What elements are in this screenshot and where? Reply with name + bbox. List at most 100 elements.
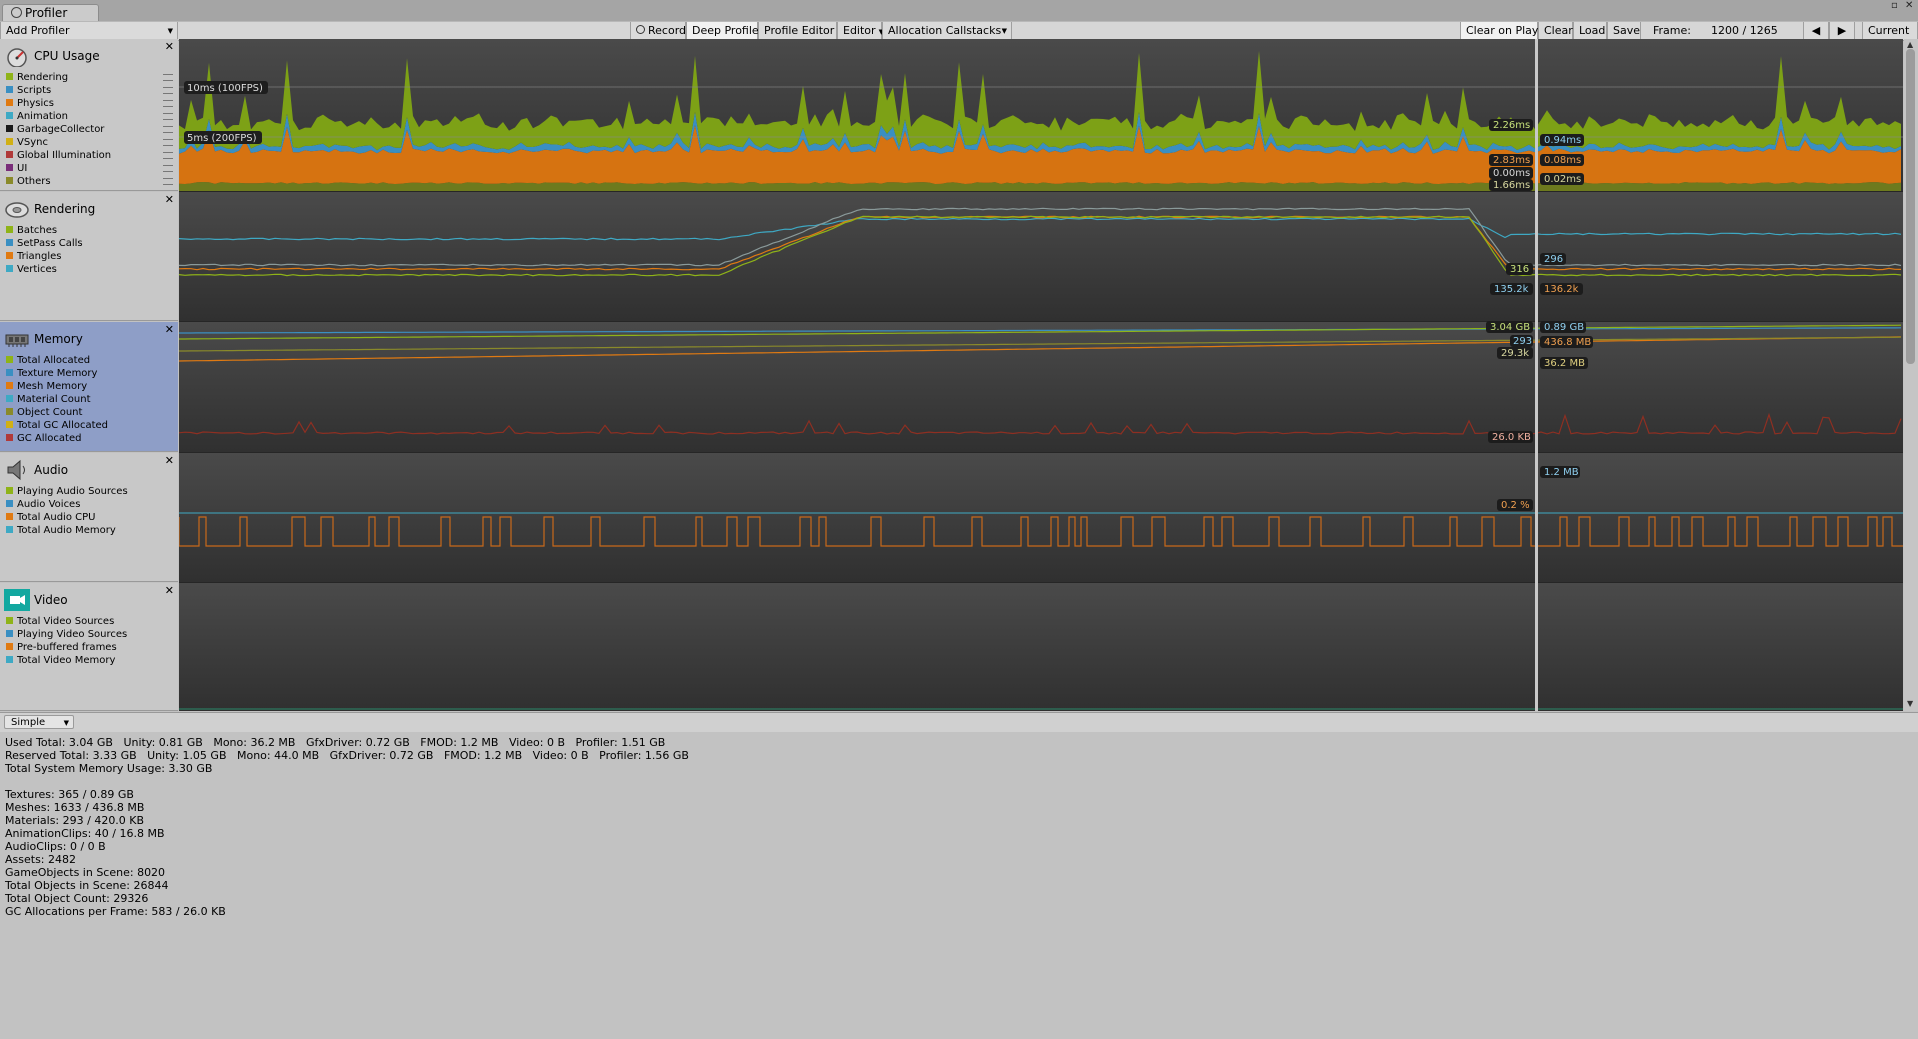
editor-dropdown[interactable]: Editor▼ <box>837 22 884 40</box>
legend-swatch <box>6 86 13 93</box>
memory-lane[interactable] <box>179 322 1903 452</box>
audio-lane[interactable] <box>179 453 1903 582</box>
legend-item[interactable]: Batches <box>6 224 83 237</box>
close-module-icon[interactable]: ✕ <box>165 584 174 597</box>
legend-item[interactable]: Mesh Memory <box>6 380 108 393</box>
profiler-graph-area[interactable]: 10ms (100FPS) 5ms (200FPS) 2.26ms 2.83ms… <box>179 39 1903 711</box>
module-video[interactable]: Video ✕ Total Video Sources Playing Vide… <box>0 583 178 711</box>
legend-item[interactable]: Global Illumination <box>6 149 111 162</box>
legend-item[interactable]: Others <box>6 175 111 188</box>
profiler-toolbar: Add Profiler ▼ Record Deep Profile Profil… <box>0 21 1918 41</box>
legend-item[interactable]: Material Count <box>6 393 108 406</box>
module-title: Audio <box>34 463 69 477</box>
legend-item[interactable]: Total Video Memory <box>6 654 127 667</box>
module-cpu-usage[interactable]: CPU Usage ✕ Rendering Scripts Physics An… <box>0 39 178 191</box>
graph-scrollbar[interactable]: ▲ ▼ <box>1904 39 1918 711</box>
video-lane[interactable] <box>179 583 1903 711</box>
window-menu-icon[interactable]: ▫ <box>1891 0 1898 11</box>
legend-item[interactable]: Pre-buffered frames <box>6 641 127 654</box>
module-memory[interactable]: Memory ✕ Total Allocated Texture Memory … <box>0 322 178 452</box>
current-frame-button[interactable]: Current <box>1862 22 1918 40</box>
reorder-grip-icon[interactable] <box>163 74 173 81</box>
close-module-icon[interactable]: ✕ <box>165 193 174 206</box>
legend-item[interactable]: Playing Video Sources <box>6 628 127 641</box>
reorder-grip-icon[interactable] <box>163 139 173 146</box>
profiler-tab[interactable]: Profiler <box>2 4 99 22</box>
scrollbar-thumb[interactable] <box>1906 49 1915 364</box>
label-text: 1.2 MB <box>1544 467 1579 478</box>
legend-item[interactable]: Total Video Sources <box>6 615 127 628</box>
scroll-up-icon[interactable]: ▲ <box>1907 40 1913 49</box>
close-window-icon[interactable]: ✕ <box>1905 0 1913 11</box>
reorder-grip-icon[interactable] <box>163 165 173 172</box>
value-label: 0.2 % <box>1497 499 1533 511</box>
legend-swatch <box>6 513 13 520</box>
legend-label: UI <box>17 163 28 174</box>
legend-item[interactable]: VSync <box>6 136 111 149</box>
window-tab-bar: Profiler ▫ ✕ <box>0 0 1918 22</box>
allocation-callstacks-label: Allocation Callstacks <box>888 24 1002 37</box>
reorder-grip-icon[interactable] <box>163 178 173 185</box>
legend-item[interactable]: Animation <box>6 110 111 123</box>
allocation-callstacks-dropdown[interactable]: Allocation Callstacks ▼ <box>882 22 1012 40</box>
clear-on-play-toggle[interactable]: Clear on Play <box>1460 22 1538 40</box>
selected-frame-marker[interactable] <box>1535 39 1538 711</box>
value-label: 0.00ms <box>1489 167 1533 179</box>
legend-item[interactable]: Triangles <box>6 250 83 263</box>
legend-item[interactable]: Vertices <box>6 263 83 276</box>
scroll-down-icon[interactable]: ▼ <box>1907 699 1913 708</box>
legend-item[interactable]: Scripts <box>6 84 111 97</box>
arrow-right-icon: ▶ <box>1837 24 1847 37</box>
next-frame-button[interactable]: ▶ <box>1829 22 1855 40</box>
label-text: 1.66ms <box>1493 180 1530 191</box>
module-rendering[interactable]: Rendering ✕ Batches SetPass Calls Triang… <box>0 192 178 321</box>
clear-button[interactable]: Clear <box>1538 22 1573 40</box>
legend-item[interactable]: Total GC Allocated <box>6 419 108 432</box>
value-label: 293 <box>1510 335 1533 347</box>
frame-counter: 1200 / 1265 <box>1711 24 1778 37</box>
legend-label: Total Audio Memory <box>17 525 116 536</box>
legend-item[interactable]: Rendering <box>6 71 111 84</box>
legend-item[interactable]: Physics <box>6 97 111 110</box>
legend-item[interactable]: Audio Voices <box>6 498 128 511</box>
add-profiler-dropdown[interactable]: Add Profiler ▼ <box>0 22 178 40</box>
profiler-charts[interactable]: 10ms (100FPS) 5ms (200FPS) 2.26ms 2.83ms… <box>179 39 1903 711</box>
chevron-down-icon: ▼ <box>167 27 173 35</box>
reorder-grip-icon[interactable] <box>163 113 173 120</box>
value-label: 1.66ms <box>1489 179 1533 191</box>
deep-profile-toggle[interactable]: Deep Profile <box>686 22 759 40</box>
reorder-grip-icon[interactable] <box>163 100 173 107</box>
record-toggle[interactable]: Record <box>630 22 686 40</box>
legend-item[interactable]: Playing Audio Sources <box>6 485 128 498</box>
save-label: Save <box>1613 24 1641 37</box>
label-text: 436.8 MB <box>1544 337 1591 348</box>
load-button[interactable]: Load <box>1573 22 1607 40</box>
close-module-icon[interactable]: ✕ <box>165 323 174 336</box>
reorder-grip-icon[interactable] <box>163 87 173 94</box>
reorder-grip-icon[interactable] <box>163 152 173 159</box>
profile-editor-toggle[interactable]: Profile Editor <box>758 22 837 40</box>
previous-frame-button[interactable]: ◀ <box>1803 22 1829 40</box>
legend-item[interactable]: GC Allocated <box>6 432 108 445</box>
save-button[interactable]: Save <box>1607 22 1641 40</box>
legend-swatch <box>6 643 13 650</box>
close-module-icon[interactable]: ✕ <box>165 454 174 467</box>
rendering-lane[interactable] <box>179 192 1903 321</box>
legend-item[interactable]: Object Count <box>6 406 108 419</box>
value-label: 2.83ms <box>1489 154 1533 166</box>
legend-item[interactable]: GarbageCollector <box>6 123 111 136</box>
legend-item[interactable]: Total Audio CPU <box>6 511 128 524</box>
close-module-icon[interactable]: ✕ <box>165 40 174 53</box>
legend-item[interactable]: Texture Memory <box>6 367 108 380</box>
stats-line <box>5 775 1913 788</box>
legend-item[interactable]: UI <box>6 162 111 175</box>
legend-swatch <box>6 408 13 415</box>
clear-label: Clear <box>1544 24 1573 37</box>
legend-item[interactable]: Total Allocated <box>6 354 108 367</box>
module-audio[interactable]: Audio ✕ Playing Audio Sources Audio Voic… <box>0 453 178 582</box>
view-mode-dropdown[interactable]: Simple ▼ <box>4 715 74 729</box>
reorder-grip-icon[interactable] <box>163 126 173 133</box>
legend-label: Object Count <box>17 407 83 418</box>
legend-item[interactable]: Total Audio Memory <box>6 524 128 537</box>
legend-item[interactable]: SetPass Calls <box>6 237 83 250</box>
